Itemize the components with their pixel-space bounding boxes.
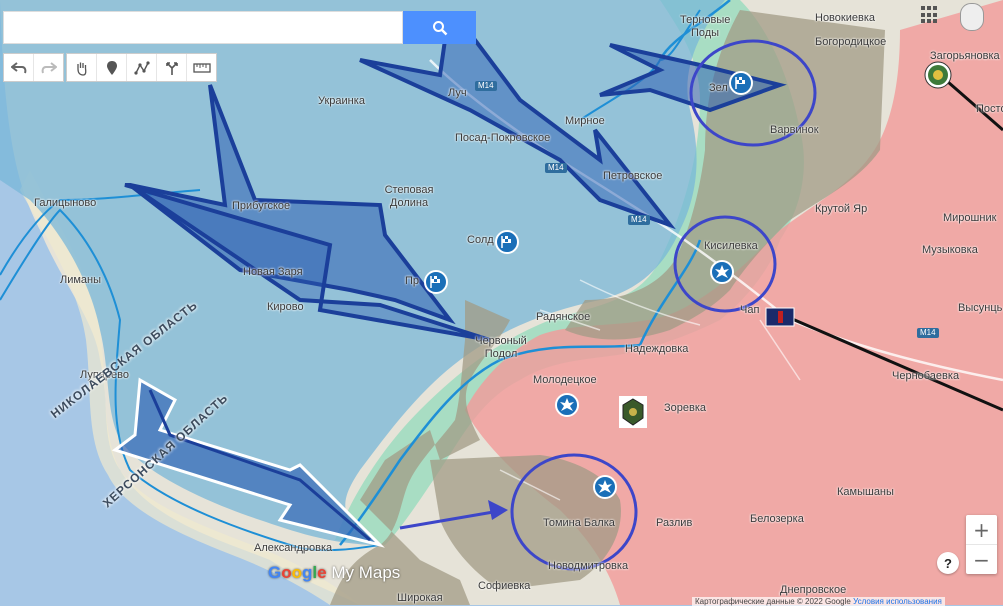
road-label: M14 xyxy=(475,81,497,91)
undo-button[interactable] xyxy=(4,54,33,81)
map-canvas[interactable] xyxy=(0,0,1003,605)
directions-icon xyxy=(165,61,178,75)
checkered-flag-marker[interactable] xyxy=(495,230,519,254)
explosion-marker[interactable] xyxy=(710,260,734,284)
place-label: Александровка xyxy=(254,542,333,554)
draw-line-button[interactable] xyxy=(126,54,156,81)
road-label: M14 xyxy=(628,215,650,225)
place-label: Музыковка xyxy=(922,244,978,256)
place-label: Зоревка xyxy=(664,402,707,414)
zoom-control: + − xyxy=(966,515,997,574)
measure-button[interactable] xyxy=(186,54,216,81)
ruler-icon xyxy=(192,62,211,73)
place-label: Украинка xyxy=(318,95,365,107)
place-label: Томина Балка xyxy=(543,517,615,529)
place-label: Чап xyxy=(740,304,760,316)
place-label: Варвинок xyxy=(770,124,819,136)
place-label: Широкая xyxy=(397,592,443,604)
checkered-flag-marker[interactable] xyxy=(424,270,448,294)
place-label: Молодецкое xyxy=(533,374,597,386)
place-label: Чернобаевка xyxy=(892,370,960,382)
undo-icon xyxy=(10,61,26,73)
road-label: M14 xyxy=(917,328,939,338)
draw-line-icon xyxy=(133,60,150,75)
place-label: Мирное xyxy=(565,115,605,127)
explosion-marker[interactable] xyxy=(555,393,579,417)
flag-marker[interactable] xyxy=(765,307,795,327)
place-label: Прибугское xyxy=(232,200,291,212)
place-label: Кирово xyxy=(267,301,304,313)
marker-icon xyxy=(106,60,117,75)
place-label: Лиманы xyxy=(60,274,102,286)
place-label: Радянское xyxy=(536,311,591,323)
place-label: Крутой Яр xyxy=(815,203,868,215)
checkered-flag-marker[interactable] xyxy=(729,71,753,95)
place-label: Червоный Подол xyxy=(475,335,527,360)
place-label: Пр xyxy=(405,275,420,287)
place-label: Галицыново xyxy=(34,197,97,209)
avatar[interactable] xyxy=(960,3,984,31)
hand-icon xyxy=(76,62,86,76)
place-label: Надеждовка xyxy=(625,343,689,355)
search-icon xyxy=(432,20,447,35)
add-marker-button[interactable] xyxy=(96,54,126,81)
directions-button[interactable] xyxy=(156,54,186,81)
military-emblem-marker[interactable] xyxy=(924,61,952,89)
zoom-out-button[interactable]: − xyxy=(966,544,997,574)
place-label: Кисилевка xyxy=(704,240,758,252)
place-label: Софиевка xyxy=(478,580,531,592)
place-label: Мирошник xyxy=(943,212,997,224)
search-button[interactable] xyxy=(403,11,476,44)
place-label: Белозерка xyxy=(750,513,804,525)
google-my-maps-logo: Google My Maps xyxy=(268,563,401,582)
redo-button[interactable] xyxy=(33,54,63,81)
place-label: Посад-Покровское xyxy=(455,132,551,144)
place-label: Солд xyxy=(467,234,494,246)
place-label: Загорьяновка xyxy=(930,50,1000,62)
place-label: Богородицкое xyxy=(815,36,887,48)
place-label: Новодмитровка xyxy=(548,560,629,572)
place-label: Зел xyxy=(709,82,728,94)
road-label: M14 xyxy=(545,163,567,173)
military-emblem-marker[interactable] xyxy=(619,396,647,428)
place-label: Луч xyxy=(448,87,467,99)
place-label: Посто xyxy=(976,103,1003,115)
place-label: Новокиевка xyxy=(815,12,875,24)
map-toolbar xyxy=(3,53,217,82)
place-label: Терновые Поды xyxy=(680,14,731,39)
place-label: Степовая Долина xyxy=(384,184,434,209)
place-label: Камышаны xyxy=(837,486,894,498)
explosion-marker[interactable] xyxy=(593,475,617,499)
place-label: Петровское xyxy=(603,170,663,182)
place-label: Разлив xyxy=(656,517,693,529)
redo-icon xyxy=(41,61,57,73)
search-input[interactable] xyxy=(3,11,403,44)
zoom-in-button[interactable]: + xyxy=(966,515,997,544)
help-button[interactable]: ? xyxy=(937,552,959,574)
pan-button[interactable] xyxy=(67,54,96,81)
place-label: Днепровское xyxy=(780,584,847,596)
place-label: Новая Заря xyxy=(243,266,303,278)
apps-grid-icon[interactable] xyxy=(921,6,939,24)
place-label: Высунць xyxy=(958,302,1003,314)
